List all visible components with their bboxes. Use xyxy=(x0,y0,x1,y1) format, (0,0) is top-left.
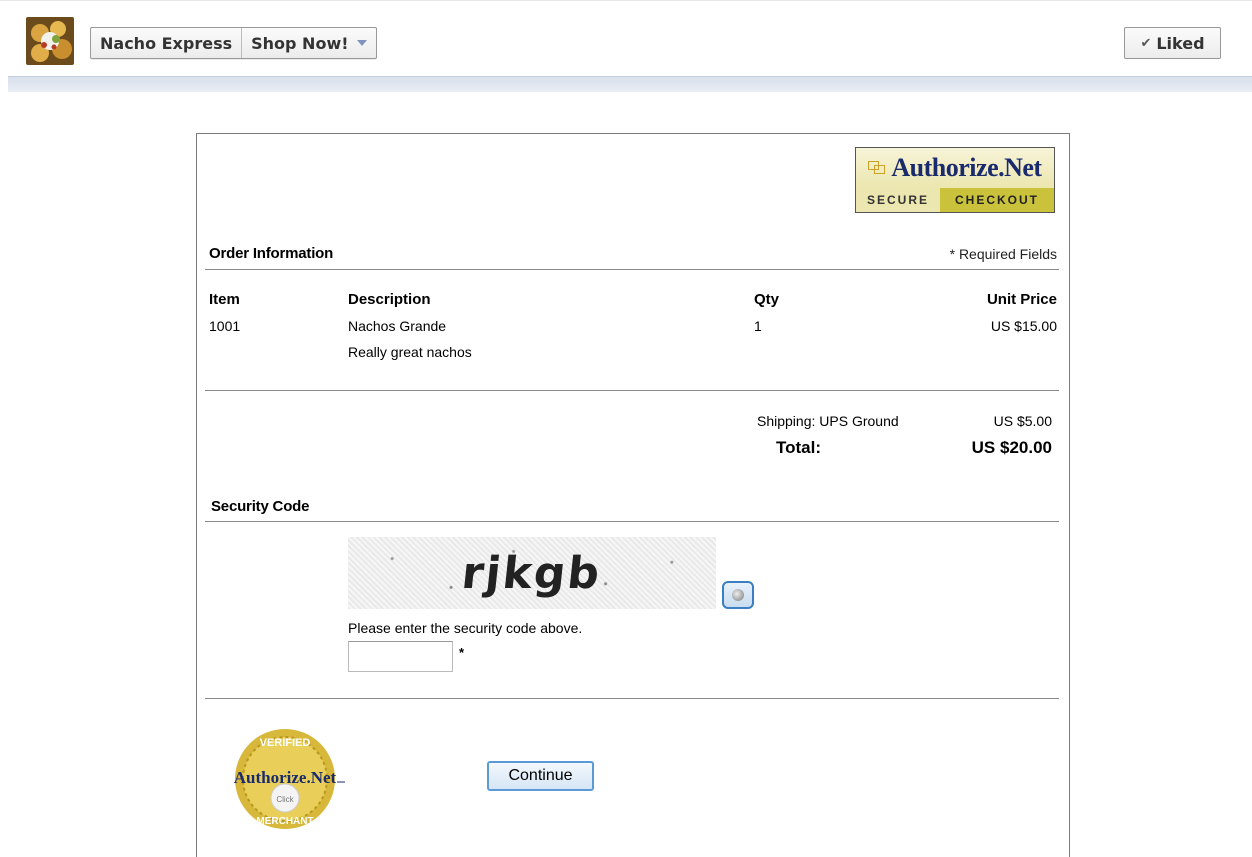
security-code-input[interactable] xyxy=(348,641,453,672)
seal-click-text: Click xyxy=(276,795,294,804)
shop-now-label: Shop Now! xyxy=(251,33,349,53)
page-name-button[interactable]: Nacho Express xyxy=(91,28,241,58)
liked-button[interactable]: ✔ Liked xyxy=(1124,27,1221,59)
security-code-title: Security Code xyxy=(211,498,310,515)
order-information-title: Order Information xyxy=(209,245,334,262)
logo-brand: Authorize.Net xyxy=(891,153,1042,182)
column-header-qty: Qty xyxy=(754,291,780,308)
page-avatar[interactable] xyxy=(26,17,74,65)
cell-description-detail: Really great nachos xyxy=(348,344,472,360)
page-actions: Nacho Express Shop Now! xyxy=(90,27,377,59)
divider xyxy=(205,698,1059,699)
seal-badge-icon: VERIFIED Authorize.Net Click MERCHANT xyxy=(234,729,345,829)
continue-button[interactable]: Continue xyxy=(487,761,594,791)
column-header-item: Item xyxy=(209,291,240,308)
nachos-photo-icon xyxy=(26,17,74,65)
shop-now-button[interactable]: Shop Now! xyxy=(241,28,375,58)
audio-captcha-button[interactable] xyxy=(722,581,754,609)
checkout-form: Authorize.Net SECURE CHECKOUT Order Info… xyxy=(196,133,1070,857)
captcha-instruction: Please enter the security code above. xyxy=(348,620,583,636)
squares-logo-icon xyxy=(868,161,886,175)
logo-tagline-checkout: CHECKOUT xyxy=(940,188,1054,212)
cell-unit-price: US $15.00 xyxy=(990,318,1057,334)
authorize-net-logo: Authorize.Net SECURE CHECKOUT xyxy=(855,147,1055,213)
seal-merchant-text: MERCHANT xyxy=(256,816,313,827)
seal-verified-text: VERIFIED xyxy=(260,737,311,749)
audio-speaker-icon xyxy=(732,589,744,601)
logo-tagline-secure: SECURE xyxy=(856,188,940,212)
liked-label: Liked xyxy=(1156,33,1205,53)
required-fields-note: * Required Fields xyxy=(949,246,1057,262)
cell-qty: 1 xyxy=(754,318,762,334)
captcha-text: rjkgb xyxy=(459,547,605,599)
chevron-down-icon xyxy=(356,40,367,46)
column-header-unit-price: Unit Price xyxy=(986,291,1057,308)
cell-description: Nachos Grande xyxy=(348,318,447,334)
seal-brand-text: Authorize.Net xyxy=(234,768,337,787)
page-header: Nacho Express Shop Now! ✔ Liked xyxy=(0,0,1252,76)
header-divider xyxy=(8,76,1252,92)
divider xyxy=(205,390,1059,391)
required-star: * xyxy=(459,645,465,660)
verified-merchant-seal[interactable]: VERIFIED Authorize.Net Click MERCHANT xyxy=(221,724,349,834)
divider xyxy=(205,269,1059,270)
check-icon: ✔ xyxy=(1140,35,1152,51)
total-value: US $20.00 xyxy=(971,438,1052,457)
column-header-description: Description xyxy=(348,291,431,308)
captcha-image: rjkgb xyxy=(348,537,716,609)
shipping-value: US $5.00 xyxy=(993,413,1052,429)
shipping-label: Shipping: UPS Ground xyxy=(757,413,899,429)
total-label: Total: xyxy=(776,438,822,457)
divider xyxy=(205,521,1059,522)
cell-item: 1001 xyxy=(209,318,241,334)
